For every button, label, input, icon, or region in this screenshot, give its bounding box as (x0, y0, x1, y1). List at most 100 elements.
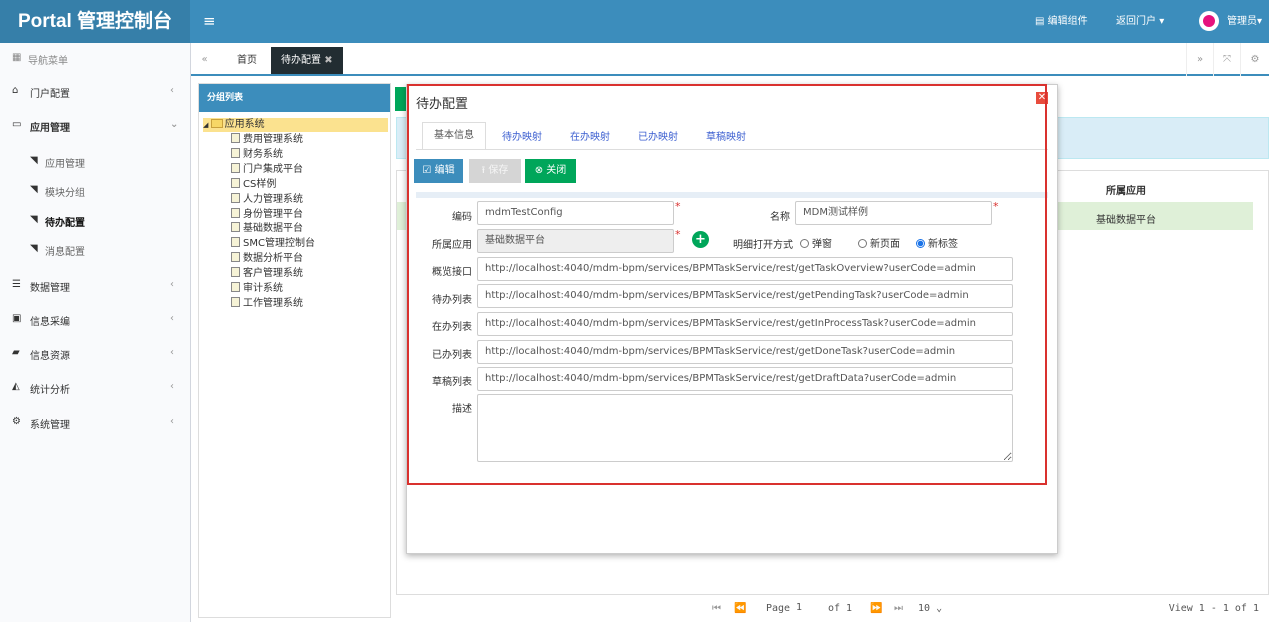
radio-popup[interactable]: 弹窗 (800, 235, 832, 250)
tab-home[interactable]: 首页 (237, 47, 257, 74)
tree-node[interactable]: CS样例 (231, 177, 276, 191)
expand-triangle-icon[interactable]: ◢ (203, 121, 211, 129)
file-icon (231, 282, 240, 292)
tag-icon: ◥ (30, 184, 38, 195)
done-input[interactable]: http://localhost:4040/mdm-bpm/services/B… (477, 340, 1013, 364)
page-input[interactable]: 1 (796, 599, 824, 617)
tab-done-mapping[interactable]: 已办映射 (638, 128, 678, 143)
tab-divider (416, 149, 1048, 150)
caret-down-icon: ▾ (1159, 16, 1165, 27)
tag-icon: ◥ (30, 243, 38, 254)
code-label: 编码 (452, 212, 472, 223)
tree-node[interactable]: 身份管理平台 (231, 207, 303, 221)
tree-node[interactable]: 费用管理系统 (231, 133, 303, 146)
edit-button[interactable]: ☑ 编辑 (414, 159, 463, 183)
description-textarea[interactable] (477, 394, 1013, 462)
file-icon (231, 147, 240, 158)
overview-label: 概览接口 (432, 267, 472, 278)
dialog-title: 待办配置 (416, 97, 469, 112)
pending-input[interactable]: http://localhost:4040/mdm-bpm/services/B… (477, 284, 1013, 308)
file-icon (231, 162, 240, 173)
tab-bar: « 首页 待办配置 ✖ » ⤧ ⚙ (191, 43, 1269, 76)
app-input[interactable]: 基础数据平台 (477, 229, 674, 253)
top-navbar: Portal 管理控制台 ≡ ▤ 编辑组件 返回门户 ▾ 管理员▾ (0, 0, 1269, 43)
chevron-down-icon: ⌄ (936, 603, 943, 614)
tab-todo-config[interactable]: 待办配置 ✖ (271, 47, 343, 74)
file-icon (231, 192, 240, 203)
save-button[interactable]: ⭱ 保存 (469, 159, 521, 183)
chevron-left-icon: ‹ (170, 416, 174, 427)
view-count: View 1 - 1 of 1 (1168, 603, 1259, 614)
scroll-left-icon[interactable]: « (191, 43, 218, 76)
menu-toggle-icon[interactable]: ≡ (203, 12, 216, 30)
bank-icon: ⌂ (12, 85, 19, 96)
cell-app: 基础数据平台 (1096, 215, 1156, 226)
sidebar: ▦ 导航菜单 ⌂ 门户配置 ‹ ▭ 应用管理 ⌄ ◥ 应用管理 ◥ 模块分组 ◥ 待办配置 ◥ 消… (0, 43, 191, 622)
tab-inprocess-mapping[interactable]: 在办映射 (570, 128, 610, 143)
file-icon (231, 207, 240, 218)
tree-node[interactable]: SMC管理控制台 (231, 237, 315, 250)
radio-new-page[interactable]: 新页面 (858, 235, 900, 250)
book-icon: ▰ (12, 347, 20, 358)
tag-icon: ◥ (30, 155, 38, 166)
tab-basic-info[interactable]: 基本信息 (422, 122, 486, 150)
tree-node[interactable]: 工作管理系统 (231, 296, 303, 310)
file-icon (231, 252, 240, 263)
radio-selected-icon (916, 239, 925, 248)
close-icon[interactable]: ✕ (1036, 92, 1048, 104)
app-title[interactable]: Portal 管理控制台 (0, 0, 190, 43)
name-label: 名称 (770, 212, 790, 223)
fullscreen-icon[interactable]: ⤧ (1213, 43, 1240, 76)
overview-input[interactable]: http://localhost:4040/mdm-bpm/services/B… (477, 257, 1013, 281)
radio-icon (858, 239, 867, 248)
edit-icon: ☑ (422, 165, 435, 176)
scroll-right-icon[interactable]: » (1186, 43, 1213, 76)
user-avatar[interactable] (1199, 11, 1219, 31)
name-input[interactable]: MDM测试样例 (795, 201, 992, 225)
tree-node[interactable]: 财务系统 (231, 147, 283, 161)
description-label: 描述 (452, 404, 472, 415)
close-tab-icon[interactable]: ✖ (324, 55, 332, 66)
draft-input[interactable]: http://localhost:4040/mdm-bpm/services/B… (477, 367, 1013, 391)
tree-node[interactable]: 数据分析平台 (231, 252, 303, 265)
file-icon (231, 237, 240, 248)
add-app-icon[interactable]: + (692, 231, 709, 248)
file-icon (231, 296, 240, 307)
newspaper-icon: ▣ (12, 313, 22, 324)
circle-x-icon: ⊗ (534, 165, 547, 176)
required-mark: * (993, 200, 999, 213)
tree-node[interactable]: 客户管理系统 (231, 267, 303, 280)
back-portal-dropdown[interactable]: 返回门户 ▾ (1116, 0, 1164, 43)
prev-page-icon[interactable]: ⏪ (734, 595, 746, 622)
tab-todo-mapping[interactable]: 待办映射 (502, 128, 542, 143)
code-input[interactable]: mdmTestConfig (477, 201, 674, 225)
tree-node[interactable]: 门户集成平台 (231, 162, 303, 176)
user-menu[interactable]: 管理员▾ (1227, 0, 1269, 43)
chevron-left-icon: ‹ (170, 279, 174, 290)
close-button[interactable]: ⊗ 关闭 (525, 159, 576, 183)
radio-new-tab[interactable]: 新标签 (916, 235, 958, 250)
tree-node[interactable]: 基础数据平台 (231, 222, 303, 235)
settings-icon[interactable]: ⚙ (1240, 43, 1269, 76)
last-page-icon[interactable]: ⏭ (894, 595, 903, 622)
form-top-strip (416, 192, 1048, 198)
next-page-icon[interactable]: ⏩ (870, 595, 882, 622)
edit-widget-link[interactable]: ▤ 编辑组件 (1035, 0, 1088, 43)
first-page-icon[interactable]: ⏮ (712, 595, 721, 622)
tree-root-node[interactable]: ◢ 应用系统 (203, 118, 388, 132)
chevron-left-icon: ‹ (170, 347, 174, 358)
list-icon: ☰ (12, 279, 21, 290)
tree-node[interactable]: 人力管理系统 (231, 192, 303, 206)
column-header-app[interactable]: 所属应用 (1046, 182, 1206, 197)
required-mark: * (675, 228, 681, 241)
area-chart-icon: ◭ (12, 381, 20, 392)
file-icon (231, 222, 240, 233)
open-mode-label: 明细打开方式 (733, 240, 793, 251)
tab-draft-mapping[interactable]: 草稿映射 (706, 128, 746, 143)
tree-node[interactable]: 审计系统 (231, 282, 283, 295)
radio-icon (800, 239, 809, 248)
inprocess-input[interactable]: http://localhost:4040/mdm-bpm/services/B… (477, 312, 1013, 336)
page-size-select[interactable]: 10 ⌄ (918, 595, 942, 622)
id-card-icon: ▤ (1035, 16, 1048, 27)
file-icon (231, 267, 240, 278)
